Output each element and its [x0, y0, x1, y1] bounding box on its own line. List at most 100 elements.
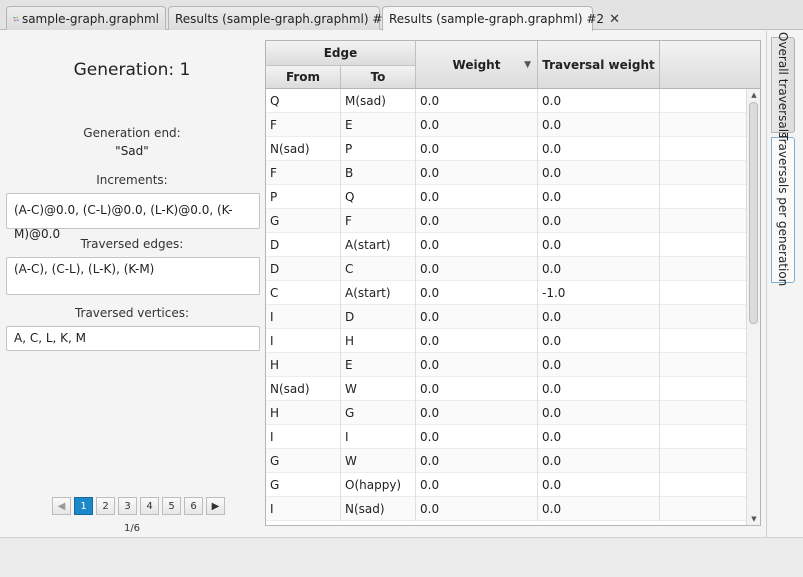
cell-to: F — [341, 209, 416, 233]
cell-weight: 0.0 — [416, 497, 538, 521]
cell-filler — [660, 473, 747, 497]
cell-from: H — [266, 401, 341, 425]
table-row[interactable]: F B 0.0 0.0 — [266, 161, 747, 185]
column-header-traversal-weight[interactable]: Traversal weight — [538, 41, 660, 89]
table-row[interactable]: I N(sad) 0.0 0.0 — [266, 497, 747, 521]
table-row[interactable]: F E 0.0 0.0 — [266, 113, 747, 137]
cell-from: C — [266, 281, 341, 305]
cell-weight: 0.0 — [416, 305, 538, 329]
cell-filler — [660, 281, 747, 305]
cell-traversal-weight: 0.0 — [538, 305, 660, 329]
cell-to: W — [341, 449, 416, 473]
column-header-filler — [660, 41, 760, 89]
cell-weight: 0.0 — [416, 473, 538, 497]
cell-to: O(happy) — [341, 473, 416, 497]
cell-from: N(sad) — [266, 137, 341, 161]
page-button-2[interactable]: 2 — [96, 497, 115, 515]
table-row[interactable]: G W 0.0 0.0 — [266, 449, 747, 473]
cell-filler — [660, 353, 747, 377]
cell-from: G — [266, 449, 341, 473]
table-row[interactable]: P Q 0.0 0.0 — [266, 185, 747, 209]
scrollbar-thumb[interactable] — [749, 102, 758, 324]
cell-filler — [660, 113, 747, 137]
tab-label: Results (sample-graph.graphml) #2 — [389, 12, 605, 26]
cell-filler — [660, 137, 747, 161]
generation-end-label: Generation end: — [83, 126, 181, 140]
prev-page-icon[interactable]: ◀ — [52, 497, 71, 515]
cell-from: Q — [266, 89, 341, 113]
vertical-scrollbar[interactable]: ▲ ▼ — [746, 89, 760, 525]
scroll-down-icon[interactable]: ▼ — [747, 513, 760, 525]
page-button-1[interactable]: 1 — [74, 497, 93, 515]
column-header-weight-label: Weight — [452, 57, 501, 72]
cell-weight: 0.0 — [416, 137, 538, 161]
graph-icon — [13, 16, 19, 21]
table-row[interactable]: I D 0.0 0.0 — [266, 305, 747, 329]
cell-to: E — [341, 353, 416, 377]
cell-to: A(start) — [341, 281, 416, 305]
column-header-weight[interactable]: Weight ▼ — [416, 41, 538, 89]
cell-from: F — [266, 113, 341, 137]
table-row[interactable]: Q M(sad) 0.0 0.0 — [266, 89, 747, 113]
table-row[interactable]: I H 0.0 0.0 — [266, 329, 747, 353]
cell-to: M(sad) — [341, 89, 416, 113]
scroll-up-icon[interactable]: ▲ — [747, 89, 760, 101]
next-page-icon[interactable]: ▶ — [206, 497, 225, 515]
table-row[interactable]: N(sad) W 0.0 0.0 — [266, 377, 747, 401]
table-row[interactable]: N(sad) P 0.0 0.0 — [266, 137, 747, 161]
column-header-from[interactable]: From — [266, 65, 341, 89]
table-row[interactable]: I I 0.0 0.0 — [266, 425, 747, 449]
page-button-4[interactable]: 4 — [140, 497, 159, 515]
cell-from: P — [266, 185, 341, 209]
cell-filler — [660, 497, 747, 521]
cell-to: W — [341, 377, 416, 401]
cell-to: B — [341, 161, 416, 185]
cell-weight: 0.0 — [416, 89, 538, 113]
cell-filler — [660, 401, 747, 425]
side-tab-label: Overall traversals — [776, 31, 790, 139]
table-row[interactable]: D C 0.0 0.0 — [266, 257, 747, 281]
cell-traversal-weight: -1.0 — [538, 281, 660, 305]
table-row[interactable]: G O(happy) 0.0 0.0 — [266, 473, 747, 497]
generation-pager: ◀ 1 2 3 4 5 6 ▶ — [52, 497, 225, 515]
traversed-vertices-field[interactable]: A, C, L, K, M — [6, 326, 260, 351]
column-header-to[interactable]: To — [341, 65, 416, 89]
traversed-edges-field[interactable]: (A-C), (C-L), (L-K), (K-M) — [6, 257, 260, 295]
close-icon[interactable]: ✕ — [609, 13, 620, 26]
cell-traversal-weight: 0.0 — [538, 497, 660, 521]
increments-field[interactable]: (A-C)@0.0, (C-L)@0.0, (L-K)@0.0, (K-M)@0… — [6, 193, 260, 241]
table-row[interactable]: G F 0.0 0.0 — [266, 209, 747, 233]
cell-traversal-weight: 0.0 — [538, 401, 660, 425]
cell-to: E — [341, 113, 416, 137]
side-tab-traversals-per-generation[interactable]: Traversals per generation — [771, 133, 795, 287]
page-button-3[interactable]: 3 — [118, 497, 137, 515]
cell-filler — [660, 305, 747, 329]
cell-weight: 0.0 — [416, 233, 538, 257]
column-group-edge: Edge — [266, 41, 416, 65]
cell-filler — [660, 185, 747, 209]
cell-from: I — [266, 329, 341, 353]
cell-from: D — [266, 233, 341, 257]
cell-traversal-weight: 0.0 — [538, 473, 660, 497]
sort-descending-icon: ▼ — [524, 60, 531, 70]
page-button-5[interactable]: 5 — [162, 497, 181, 515]
traversed-edges-label: Traversed edges: — [80, 237, 184, 251]
tab-results-2[interactable]: Results (sample-graph.graphml) #2 ✕ — [382, 6, 620, 31]
page-button-6[interactable]: 6 — [184, 497, 203, 515]
table-row[interactable]: H G 0.0 0.0 — [266, 401, 747, 425]
cell-to: C — [341, 257, 416, 281]
cell-traversal-weight: 0.0 — [538, 425, 660, 449]
cell-filler — [660, 449, 747, 473]
table-row[interactable]: C A(start) 0.0 -1.0 — [266, 281, 747, 305]
side-tab-overall-traversals[interactable]: Overall traversals — [771, 32, 795, 138]
cell-from: N(sad) — [266, 377, 341, 401]
cell-from: D — [266, 257, 341, 281]
table-row[interactable]: D A(start) 0.0 0.0 — [266, 233, 747, 257]
document-tab-bar: sample-graph.graphml Results (sample-gra… — [0, 0, 803, 31]
cell-from: I — [266, 305, 341, 329]
cell-from: G — [266, 473, 341, 497]
tab-sample-graph[interactable]: sample-graph.graphml — [6, 6, 166, 30]
table-row[interactable]: H E 0.0 0.0 — [266, 353, 747, 377]
tab-results-1[interactable]: Results (sample-graph.graphml) #1 ✕ — [168, 6, 406, 30]
cell-to: P — [341, 137, 416, 161]
